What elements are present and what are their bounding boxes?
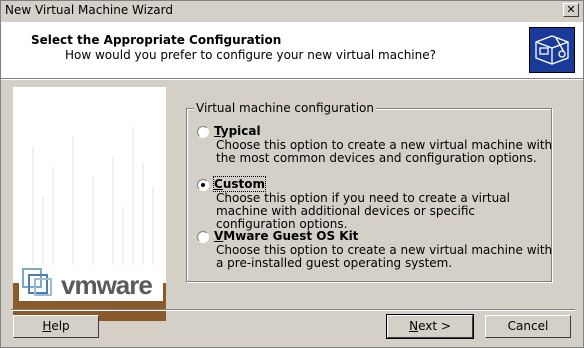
typical-radio[interactable] [197, 126, 209, 138]
footer-separator [11, 309, 575, 311]
title-bar[interactable]: New Virtual Machine Wizard ✕ [1, 1, 583, 21]
header-divider [1, 79, 583, 80]
vmware-wordmark: vmware [61, 270, 153, 300]
custom-label[interactable]: Custom [213, 176, 266, 192]
config-group-label: Virtual machine configuration [194, 101, 377, 115]
guest-os-kit-radio[interactable] [197, 231, 209, 243]
wizard-header: Select the Appropriate Configuration How… [1, 22, 583, 79]
page-subtitle: How would you prefer to configure your n… [65, 48, 436, 62]
vm-wizard-icon [529, 27, 575, 73]
wizard-side-banner: vmware [13, 87, 166, 321]
typical-description: Choose this option to create a new virtu… [216, 138, 553, 165]
window-title: New Virtual Machine Wizard [5, 3, 173, 17]
next-button[interactable]: Next > [386, 314, 474, 339]
close-button[interactable]: ✕ [563, 3, 579, 17]
cancel-button[interactable]: Cancel [485, 315, 571, 338]
guest-os-kit-label[interactable]: VMware Guest OS Kit [214, 229, 358, 243]
guest-os-kit-description: Choose this option to create a new virtu… [216, 243, 553, 270]
wizard-window: New Virtual Machine Wizard ✕ Select the … [0, 0, 584, 348]
page-title: Select the Appropriate Configuration [31, 33, 282, 47]
custom-radio[interactable] [197, 179, 209, 191]
vmware-logo-icon [22, 268, 52, 296]
help-button[interactable]: Help [13, 315, 99, 338]
typical-label[interactable]: Typical [214, 124, 261, 138]
custom-description: Choose this option if you need to create… [216, 191, 510, 231]
